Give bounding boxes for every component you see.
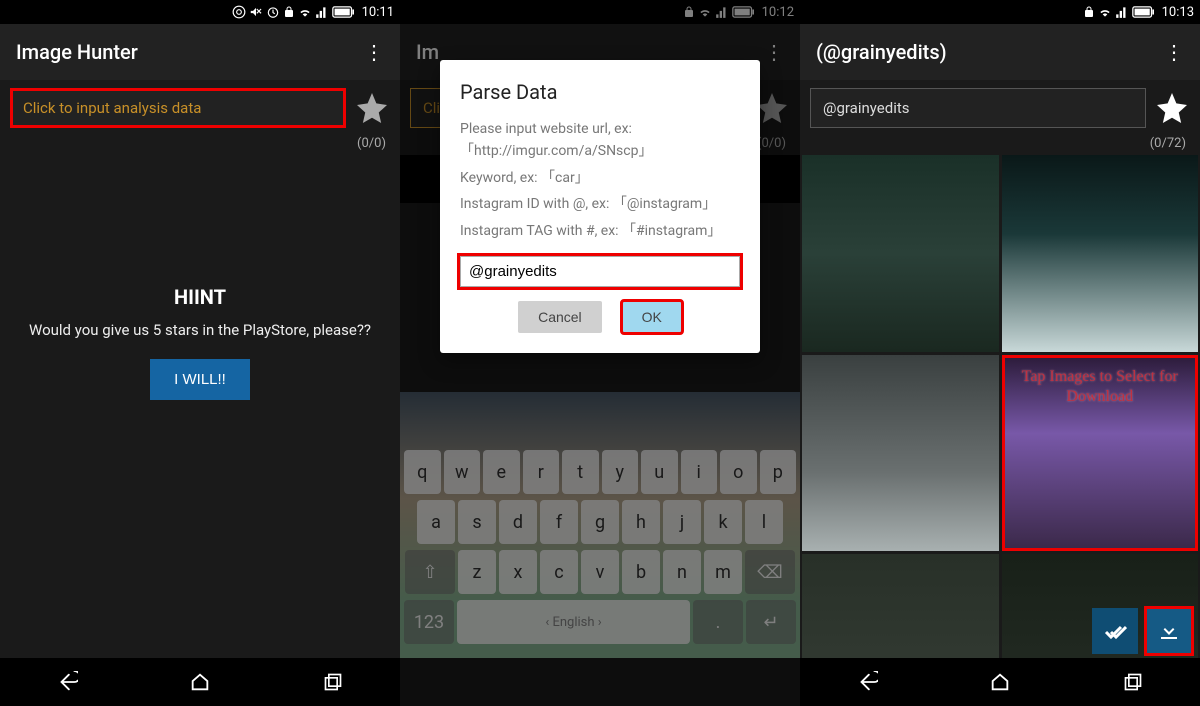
- ok-button[interactable]: OK: [622, 301, 682, 333]
- dialog-help-instagram-id: Instagram ID with @, ex: 「@instagram」: [460, 193, 740, 215]
- status-bar: 10:11: [0, 0, 400, 24]
- cc-icon: [232, 5, 246, 19]
- signal-icon: [1115, 5, 1129, 19]
- search-row: @grainyedits: [800, 80, 1200, 136]
- more-menu-icon[interactable]: ⋮: [1164, 40, 1184, 64]
- status-icons: [1083, 5, 1154, 19]
- favorite-star-icon[interactable]: [354, 90, 390, 126]
- search-input[interactable]: Click to input analysis data: [10, 88, 346, 128]
- cancel-button[interactable]: Cancel: [518, 301, 602, 333]
- dialog-actions: Cancel OK: [460, 301, 740, 333]
- signal-icon: [315, 5, 329, 19]
- back-button[interactable]: [53, 668, 81, 696]
- grid-image[interactable]: [802, 554, 999, 658]
- hint-text: Would you give us 5 stars in the PlaySto…: [9, 321, 391, 339]
- parse-input[interactable]: [460, 256, 740, 287]
- app-bar: Image Hunter ⋮: [0, 24, 400, 80]
- recent-button[interactable]: [1119, 668, 1147, 696]
- image-grid: Tap Images to Select for Download: [800, 155, 1200, 658]
- recent-button[interactable]: [319, 668, 347, 696]
- select-hint-overlay: Tap Images to Select for Download: [1002, 355, 1199, 552]
- home-button[interactable]: [186, 668, 214, 696]
- grid-image[interactable]: [1002, 155, 1199, 352]
- wifi-icon: [298, 5, 312, 19]
- select-all-button[interactable]: [1092, 608, 1138, 654]
- grid-image[interactable]: [802, 355, 999, 552]
- phone-screen-2: 10:12 Im ⋮ Clic (0/0) qwertyuiop asdfghj…: [400, 0, 800, 706]
- wifi-icon: [1098, 5, 1112, 19]
- favorite-star-icon[interactable]: [1154, 90, 1190, 126]
- battery-icon: [1132, 6, 1154, 18]
- nav-bar: [800, 658, 1200, 706]
- lock-icon: [283, 5, 295, 19]
- home-button[interactable]: [986, 668, 1014, 696]
- dialog-help-url: Please input website url, ex: 「http://im…: [460, 118, 740, 163]
- status-bar: 10:13: [800, 0, 1200, 24]
- grid-image-selected[interactable]: Tap Images to Select for Download: [1002, 355, 1199, 552]
- hint-title: HIINT: [174, 285, 226, 309]
- dialog-help-instagram-tag: Instagram TAG with #, ex: 「#instagram」: [460, 220, 740, 242]
- status-icons: [232, 5, 354, 19]
- rate-button[interactable]: I WILL!!: [150, 359, 250, 400]
- status-time: 10:13: [1162, 5, 1194, 20]
- image-counter: (0/72): [800, 136, 1200, 155]
- search-input[interactable]: @grainyedits: [810, 88, 1146, 128]
- search-row: Click to input analysis data: [0, 80, 400, 136]
- dialog-help-keyword: Keyword, ex: 「car」: [460, 167, 740, 189]
- app-bar: (@grainyedits) ⋮: [800, 24, 1200, 80]
- phone-screen-1: 10:11 Image Hunter ⋮ Click to input anal…: [0, 0, 400, 706]
- status-time: 10:11: [362, 5, 394, 20]
- action-buttons: [1092, 608, 1192, 654]
- dialog-title: Parse Data: [460, 80, 740, 104]
- hint-section: HIINT Would you give us 5 stars in the P…: [0, 155, 400, 658]
- more-menu-icon[interactable]: ⋮: [364, 40, 384, 64]
- dialog-overlay: Parse Data Please input website url, ex:…: [400, 0, 800, 706]
- back-button[interactable]: [853, 668, 881, 696]
- grid-image[interactable]: [802, 155, 999, 352]
- battery-icon: [332, 6, 354, 18]
- nav-bar: [0, 658, 400, 706]
- download-button[interactable]: [1146, 608, 1192, 654]
- app-title: (@grainyedits): [816, 40, 947, 64]
- app-title: Image Hunter: [16, 40, 138, 64]
- alarm-icon: [266, 5, 280, 19]
- mute-icon: [249, 5, 263, 19]
- lock-icon: [1083, 5, 1095, 19]
- phone-screen-3: 10:13 (@grainyedits) ⋮ @grainyedits (0/7…: [800, 0, 1200, 706]
- image-counter: (0/0): [0, 136, 400, 155]
- parse-data-dialog: Parse Data Please input website url, ex:…: [440, 60, 760, 353]
